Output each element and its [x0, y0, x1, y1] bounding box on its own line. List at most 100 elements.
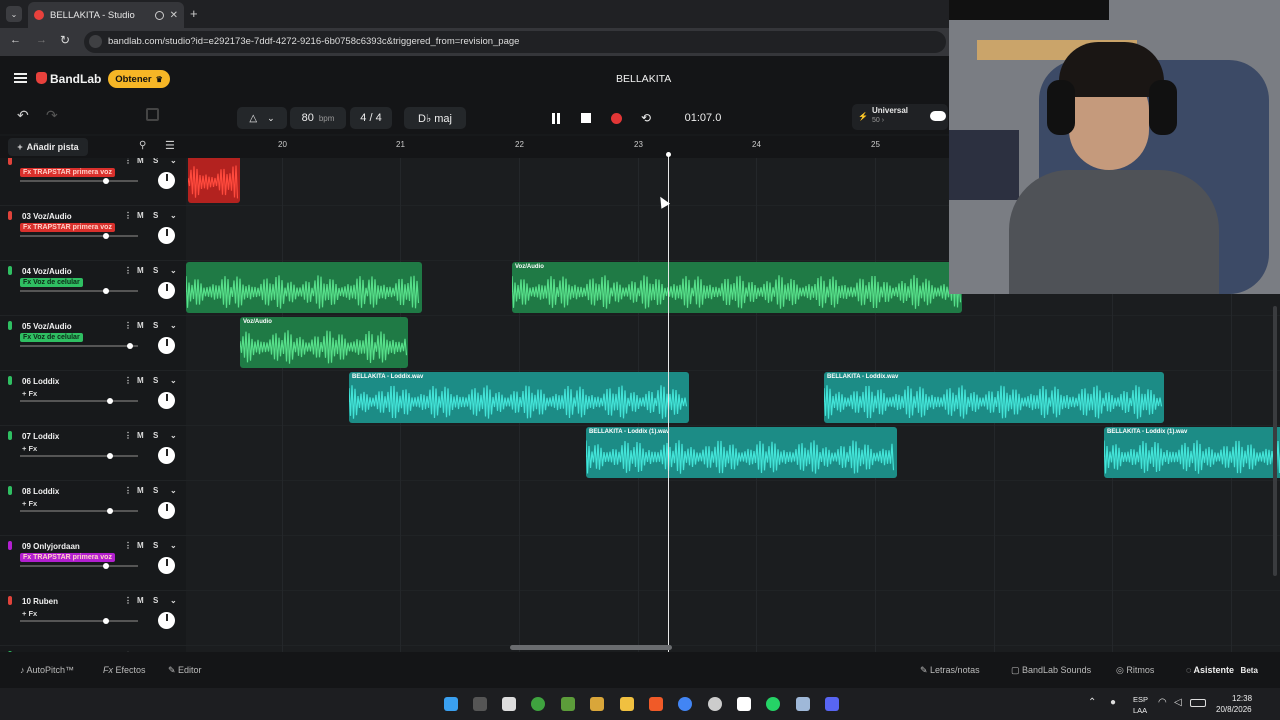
pan-knob[interactable] — [158, 447, 175, 464]
mixer-icon[interactable] — [146, 108, 159, 121]
playhead[interactable] — [666, 152, 671, 652]
volume-slider[interactable] — [20, 342, 138, 349]
chevron-down-icon[interactable]: ⌄ — [170, 211, 177, 220]
fx-preset-tag[interactable]: Fx TRAPSTAR primera voz — [20, 168, 115, 177]
solo-button[interactable]: S — [153, 211, 158, 220]
reload-icon[interactable]: ↻ — [60, 33, 70, 47]
brave-icon[interactable] — [649, 697, 663, 711]
horizontal-scrollbar[interactable] — [510, 645, 672, 650]
track-name[interactable]: 10 Ruben — [22, 597, 58, 606]
master-preset[interactable]: ⚡ Universal 50 › — [852, 104, 948, 130]
mic-input-icon[interactable] — [8, 376, 12, 385]
volume-slider[interactable] — [20, 562, 138, 569]
track-name[interactable]: 06 Loddix — [22, 377, 59, 386]
track-name[interactable]: 03 Voz/Audio — [22, 212, 72, 221]
mute-button[interactable]: M — [137, 596, 144, 605]
track-name[interactable]: 04 Voz/Audio — [22, 267, 72, 276]
mic-input-icon[interactable] — [8, 211, 12, 220]
volume-slider[interactable] — [20, 617, 138, 624]
clock-time[interactable]: 12:38 — [1232, 694, 1252, 703]
add-fx-button[interactable]: + Fx — [22, 389, 37, 398]
pan-knob[interactable] — [158, 392, 175, 409]
audio-region[interactable] — [188, 158, 240, 203]
clock-date[interactable]: 20/8/2026 — [1216, 705, 1252, 714]
solo-button[interactable]: S — [153, 266, 158, 275]
track-lane[interactable] — [186, 481, 1280, 536]
menu-icon[interactable] — [14, 73, 27, 83]
track-header[interactable]: 08 Loddix + Fx M S ⋮ ⌄ — [0, 481, 186, 536]
mute-button[interactable]: M — [137, 541, 144, 550]
minecraft-icon[interactable] — [561, 697, 575, 711]
app-icon-2[interactable] — [502, 697, 516, 711]
solo-button[interactable]: S — [153, 486, 158, 495]
mute-button[interactable]: M — [137, 376, 144, 385]
chrome-icon[interactable] — [678, 697, 692, 711]
volume-slider[interactable] — [20, 507, 138, 514]
track-lane[interactable]: BELLAKITA - Loddix.wav BELLAKITA - Loddix… — [186, 371, 1280, 426]
pan-knob[interactable] — [158, 502, 175, 519]
add-track-button[interactable]: + Añadir pista — [8, 138, 88, 156]
pan-knob[interactable] — [158, 172, 175, 189]
fx-preset-tag[interactable]: Fx TRAPSTAR primera voz — [20, 553, 115, 562]
new-tab-button[interactable]: + — [190, 6, 198, 21]
volume-slider[interactable] — [20, 287, 138, 294]
chevron-down-icon[interactable]: ⌄ — [170, 596, 177, 605]
mute-button[interactable]: M — [137, 321, 144, 330]
stop-button[interactable] — [573, 107, 599, 129]
add-fx-button[interactable]: + Fx — [22, 609, 37, 618]
solo-button[interactable]: S — [153, 321, 158, 330]
track-header[interactable]: 04 Voz/Audio Fx Voz de celular M S ⋮ ⌄ — [0, 261, 186, 316]
project-title[interactable]: BELLAKITA — [616, 73, 671, 85]
mute-button[interactable]: M — [137, 431, 144, 440]
steam-icon[interactable] — [796, 697, 810, 711]
letras-button[interactable]: ✎ Letras/notas — [920, 665, 980, 676]
sounds-button[interactable]: ▢ BandLab Sounds — [1011, 665, 1091, 676]
time-display[interactable]: 01:07.0 — [668, 107, 738, 129]
audio-region[interactable]: BELLAKITA - Loddix.wav — [349, 372, 689, 423]
track-options-icon[interactable]: ⋮ — [124, 266, 132, 275]
mute-button[interactable]: M — [137, 266, 144, 275]
audio-region[interactable]: BELLAKITA - Loddix.wav — [824, 372, 1164, 423]
key-control[interactable]: D♭ maj — [404, 107, 466, 129]
record-button[interactable] — [603, 107, 629, 129]
lang-line2[interactable]: LAA — [1133, 706, 1147, 715]
track-header[interactable]: 05 Voz/Audio Fx Voz de celular M S ⋮ ⌄ — [0, 316, 186, 371]
volume-slider[interactable] — [20, 452, 138, 459]
asistente-button[interactable]: ◌ Asistente Beta — [1186, 665, 1258, 675]
track-header[interactable]: 06 Loddix + Fx M S ⋮ ⌄ — [0, 371, 186, 426]
url-field[interactable]: bandlab.com/studio?id=e292173e-7ddf-4272… — [84, 31, 946, 53]
mic-input-icon[interactable] — [8, 541, 12, 550]
forward-icon[interactable]: → — [36, 34, 47, 46]
mic-input-icon[interactable] — [8, 431, 12, 440]
track-header[interactable]: 03 Voz/Audio Fx TRAPSTAR primera voz M S ⋮ ⌄ — [0, 206, 186, 261]
volume-slider[interactable] — [20, 177, 138, 184]
fx-preset-tag[interactable]: Fx TRAPSTAR primera voz — [20, 223, 115, 232]
audio-region[interactable] — [186, 262, 422, 313]
track-lane[interactable]: Voz/Audio — [186, 316, 1280, 371]
mic-input-icon[interactable] — [8, 321, 12, 330]
track-lane[interactable]: BELLAKITA - Loddix (1).wav BELLAKITA - Lo… — [186, 426, 1280, 481]
tab-list-button[interactable]: ⌄ — [6, 6, 22, 22]
track-name[interactable]: 08 Loddix — [22, 487, 59, 496]
audio-region[interactable]: Voz/Audio — [240, 317, 408, 368]
chevron-down-icon[interactable]: ⌄ — [170, 486, 177, 495]
volume-slider[interactable] — [20, 397, 138, 404]
chevron-down-icon[interactable]: ⌄ — [170, 321, 177, 330]
capcut-icon[interactable] — [737, 697, 751, 711]
audio-region[interactable]: Voz/Audio — [512, 262, 962, 313]
app-icon-4[interactable] — [708, 697, 722, 711]
lang-line1[interactable]: ESP — [1133, 695, 1148, 704]
discord-icon[interactable] — [825, 697, 839, 711]
efectos-button[interactable]: Fx Efectos — [103, 665, 146, 675]
autopitch-button[interactable]: ♪ AutoPitch™ — [20, 665, 74, 675]
track-name[interactable]: 05 Voz/Audio — [22, 322, 72, 331]
tray-chevron-icon[interactable]: ⌃ — [1088, 697, 1096, 708]
track-name[interactable]: 07 Loddix — [22, 432, 59, 441]
chevron-down-icon[interactable]: ⌄ — [170, 431, 177, 440]
editor-button[interactable]: ✎ Editor — [168, 665, 202, 676]
start-icon[interactable] — [444, 697, 458, 711]
track-header[interactable]: 07 Loddix + Fx M S ⋮ ⌄ — [0, 426, 186, 481]
metronome-control[interactable]: △ ⌄ — [237, 107, 287, 129]
mic-input-icon[interactable] — [8, 486, 12, 495]
track-lane[interactable] — [186, 536, 1280, 591]
